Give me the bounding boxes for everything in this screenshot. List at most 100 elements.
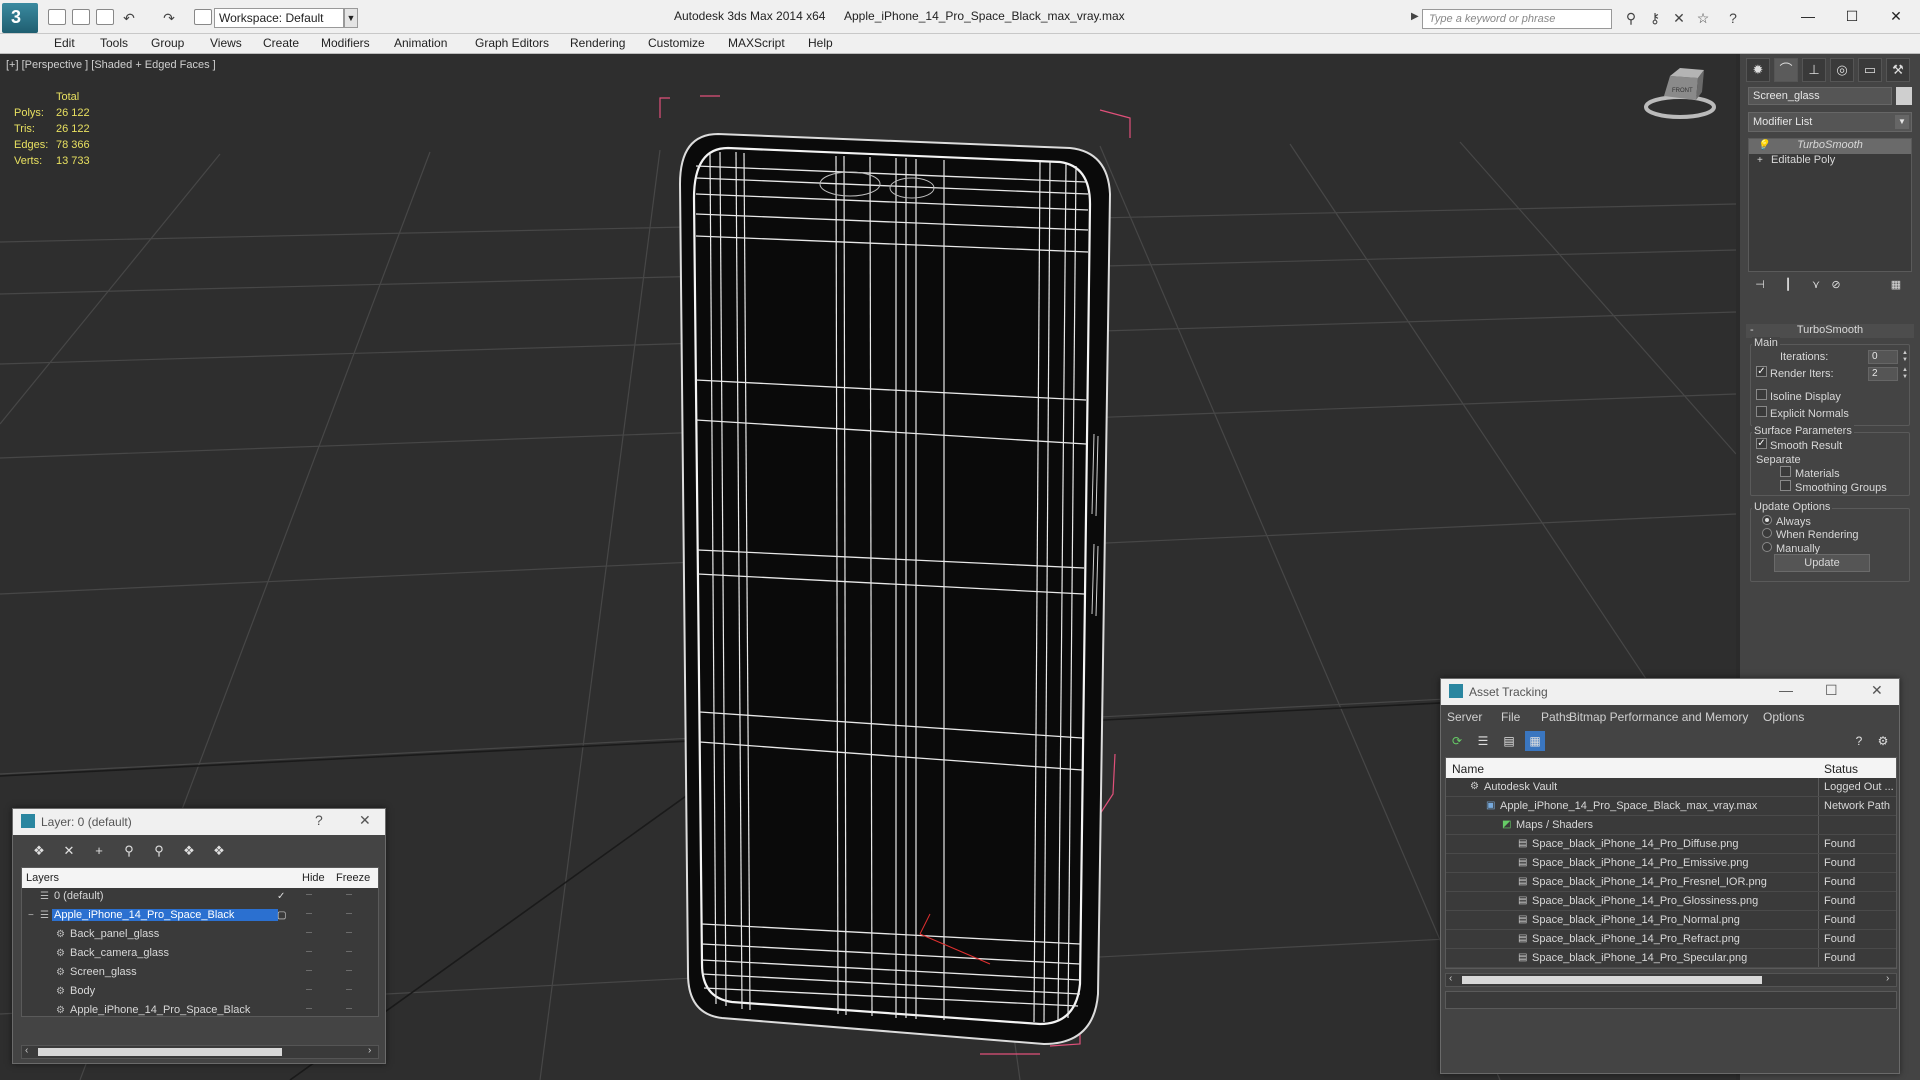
binoculars-icon[interactable]: ⚲ bbox=[1622, 10, 1640, 26]
asset-row[interactable]: ▣ Apple_iPhone_14_Pro_Space_Black_max_vr… bbox=[1446, 797, 1896, 816]
menu-help[interactable]: Help bbox=[808, 36, 833, 50]
freeze-toggle[interactable]: ┄ bbox=[346, 890, 352, 901]
freeze-toggle[interactable]: ┄ bbox=[346, 985, 352, 996]
layer-window-titlebar[interactable]: Layer: 0 (default) ? ✕ bbox=[13, 809, 385, 835]
layer-row[interactable]: ⚙ Apple_iPhone_14_Pro_Space_Black ┄ ┄ bbox=[22, 1002, 378, 1021]
new-file-icon[interactable] bbox=[48, 9, 66, 25]
asset-row[interactable]: ▤ Space_black_iPhone_14_Pro_Specular.png… bbox=[1446, 949, 1896, 968]
layer-row[interactable]: ⚙ Back_camera_glass ┄ ┄ bbox=[22, 945, 378, 964]
workspace-dropdown[interactable]: Workspace: Default bbox=[214, 8, 344, 28]
freeze-toggle[interactable]: ┄ bbox=[346, 1004, 352, 1015]
update-always-radio[interactable] bbox=[1762, 515, 1772, 525]
update-button[interactable]: Update bbox=[1774, 554, 1870, 572]
asset-menu-server[interactable]: Server bbox=[1447, 710, 1482, 724]
spinner-arrows-icon[interactable]: ▲ ▼ bbox=[1902, 367, 1910, 381]
materials-checkbox[interactable] bbox=[1780, 466, 1791, 477]
hide-all-layers-icon[interactable]: ❖ bbox=[179, 841, 199, 861]
delete-layer-icon[interactable]: ✕ bbox=[59, 841, 79, 861]
current-layer-check-icon[interactable]: ✓ bbox=[277, 891, 285, 902]
undo-icon[interactable]: ↶ bbox=[120, 10, 138, 26]
search-expand-icon[interactable]: ▶ bbox=[1411, 11, 1419, 22]
render-iters-spinner[interactable]: 2 bbox=[1868, 367, 1898, 381]
layer-window-close-icon[interactable]: ✕ bbox=[359, 812, 371, 829]
asset-row[interactable]: ▤ Space_black_iPhone_14_Pro_Refract.png … bbox=[1446, 930, 1896, 949]
show-end-result-icon[interactable]: ┃ bbox=[1778, 278, 1798, 296]
asset-row[interactable]: ▤ Space_black_iPhone_14_Pro_Emissive.png… bbox=[1446, 854, 1896, 873]
freeze-toggle[interactable]: ┄ bbox=[346, 909, 352, 920]
isoline-display-checkbox[interactable] bbox=[1756, 389, 1767, 400]
asset-row[interactable]: ▤ Space_black_iPhone_14_Pro_Fresnel_IOR.… bbox=[1446, 873, 1896, 892]
list-view-icon[interactable]: ☰ bbox=[1473, 731, 1493, 751]
pin-stack-icon[interactable]: ⊣ bbox=[1750, 278, 1770, 296]
remove-modifier-icon[interactable]: ⊘ bbox=[1826, 278, 1846, 296]
make-unique-icon[interactable]: ⋎ bbox=[1806, 278, 1826, 296]
smooth-result-checkbox[interactable]: ✓ bbox=[1756, 438, 1767, 449]
save-file-icon[interactable] bbox=[96, 9, 114, 25]
asset-settings-icon[interactable]: ⚙ bbox=[1873, 731, 1893, 751]
menu-rendering[interactable]: Rendering bbox=[570, 36, 625, 50]
motion-tab-icon[interactable]: ◎ bbox=[1830, 58, 1854, 82]
update-manually-radio[interactable] bbox=[1762, 542, 1772, 552]
layer-row[interactable]: ⚙ Screen_glass ┄ ┄ bbox=[22, 964, 378, 983]
asset-row[interactable]: ▤ Space_black_iPhone_14_Pro_Normal.png F… bbox=[1446, 911, 1896, 930]
freeze-all-layers-icon[interactable]: ❖ bbox=[209, 841, 229, 861]
freeze-toggle[interactable]: ┄ bbox=[346, 947, 352, 958]
column-name[interactable]: Name bbox=[1452, 762, 1484, 776]
scrollbar-thumb[interactable] bbox=[1462, 976, 1762, 984]
menu-group[interactable]: Group bbox=[151, 36, 184, 50]
thumbnail-view-icon[interactable]: ▤ bbox=[1499, 731, 1519, 751]
turbosmooth-rollout-header[interactable]: - TurboSmooth bbox=[1746, 324, 1914, 338]
asset-horizontal-scrollbar[interactable]: ‹ › bbox=[1445, 973, 1897, 987]
column-status[interactable]: Status bbox=[1824, 762, 1858, 776]
asset-window-minimize-icon[interactable]: — bbox=[1779, 682, 1793, 698]
column-hide[interactable]: Hide bbox=[302, 872, 325, 884]
freeze-toggle[interactable]: ┄ bbox=[346, 966, 352, 977]
scroll-right-icon[interactable]: › bbox=[1886, 973, 1889, 984]
select-objects-icon[interactable]: ⚲ bbox=[119, 841, 139, 861]
layer-row[interactable]: ⚙ Body ┄ ┄ bbox=[22, 983, 378, 1002]
minimize-button[interactable]: — bbox=[1788, 4, 1828, 28]
scroll-left-icon[interactable]: ‹ bbox=[1449, 973, 1452, 984]
close-button[interactable]: ✕ bbox=[1876, 4, 1916, 28]
scroll-left-icon[interactable]: ‹ bbox=[25, 1045, 28, 1056]
asset-row[interactable]: ⚙ Autodesk Vault Logged Out ... bbox=[1446, 778, 1896, 797]
app-logo-button[interactable]: 3 bbox=[2, 3, 38, 33]
search-input[interactable]: Type a keyword or phrase bbox=[1422, 9, 1612, 29]
maximize-button[interactable]: ☐ bbox=[1832, 4, 1872, 28]
column-freeze[interactable]: Freeze bbox=[336, 872, 370, 884]
asset-help-icon[interactable]: ? bbox=[1849, 731, 1869, 751]
layer-horizontal-scrollbar[interactable]: ‹ › bbox=[21, 1045, 379, 1059]
refresh-icon[interactable]: ⟳ bbox=[1447, 731, 1467, 751]
favorites-star-icon[interactable]: ☆ bbox=[1694, 10, 1712, 26]
menu-views[interactable]: Views bbox=[210, 36, 242, 50]
spinner-arrows-icon[interactable]: ▲ ▼ bbox=[1902, 350, 1910, 364]
freeze-toggle[interactable]: ┄ bbox=[346, 928, 352, 939]
table-view-icon[interactable]: ▦ bbox=[1525, 731, 1545, 751]
menu-create[interactable]: Create bbox=[263, 36, 299, 50]
hide-toggle[interactable]: ┄ bbox=[306, 966, 312, 977]
create-tab-icon[interactable]: ✹ bbox=[1746, 58, 1770, 82]
key-icon[interactable]: ⚷ bbox=[1646, 10, 1664, 26]
scroll-right-icon[interactable]: › bbox=[368, 1045, 371, 1056]
menu-edit[interactable]: Edit bbox=[54, 36, 75, 50]
asset-window-close-icon[interactable]: ✕ bbox=[1871, 682, 1883, 699]
viewcube[interactable]: FRONT bbox=[1644, 68, 1716, 119]
hide-toggle[interactable]: ┄ bbox=[306, 947, 312, 958]
render-iters-checkbox[interactable]: ✓ bbox=[1756, 366, 1767, 377]
workspace-dropdown-arrow-icon[interactable]: ▼ bbox=[344, 8, 358, 28]
asset-menu-bitmap-performance[interactable]: Bitmap Performance and Memory bbox=[1569, 710, 1748, 724]
stack-item-turbosmooth[interactable]: 💡 TurboSmooth bbox=[1749, 139, 1911, 154]
object-color-swatch[interactable] bbox=[1896, 87, 1912, 105]
hierarchy-tab-icon[interactable]: ⊥ bbox=[1802, 58, 1826, 82]
expand-plus-icon[interactable]: + bbox=[1757, 155, 1763, 166]
stack-item-editable-poly[interactable]: + Editable Poly bbox=[1749, 154, 1911, 169]
asset-window-maximize-icon[interactable]: ☐ bbox=[1825, 682, 1838, 699]
hide-toggle[interactable]: ┄ bbox=[306, 909, 312, 920]
modify-tab-icon[interactable]: ⌒ bbox=[1774, 58, 1798, 82]
scrollbar-thumb[interactable] bbox=[38, 1048, 282, 1056]
asset-row[interactable]: ▤ Space_black_iPhone_14_Pro_Glossiness.p… bbox=[1446, 892, 1896, 911]
asset-row[interactable]: ▤ Space_black_iPhone_14_Pro_Diffuse.png … bbox=[1446, 835, 1896, 854]
menu-animation[interactable]: Animation bbox=[394, 36, 447, 50]
modifier-list-dropdown[interactable]: Modifier List ▼ bbox=[1748, 112, 1912, 132]
menu-tools[interactable]: Tools bbox=[100, 36, 128, 50]
